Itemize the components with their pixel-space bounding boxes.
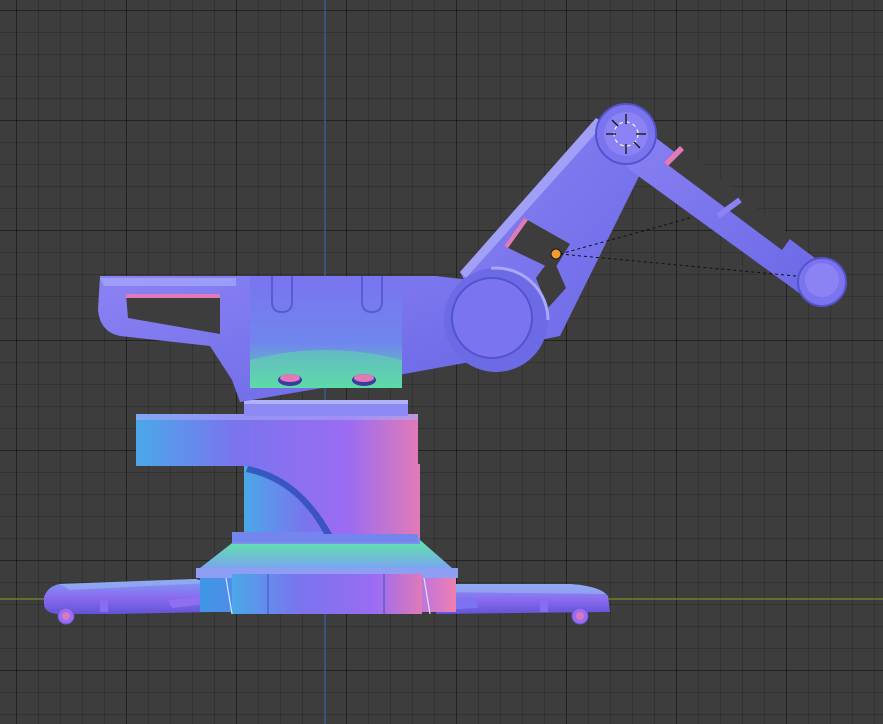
left-foot[interactable] (44, 579, 212, 625)
shoulder-mount[interactable] (98, 276, 470, 402)
wrist-joint[interactable] (797, 257, 847, 307)
3d-viewport[interactable] (0, 0, 883, 724)
elbow-joint[interactable] (595, 103, 657, 165)
origin-dot-icon[interactable] (550, 248, 562, 260)
scene-canvas[interactable] (0, 0, 883, 724)
shoulder-joint[interactable] (442, 266, 550, 374)
right-foot[interactable] (436, 584, 610, 625)
robotic-arm-model[interactable] (44, 103, 847, 625)
base-plate[interactable] (196, 536, 458, 615)
